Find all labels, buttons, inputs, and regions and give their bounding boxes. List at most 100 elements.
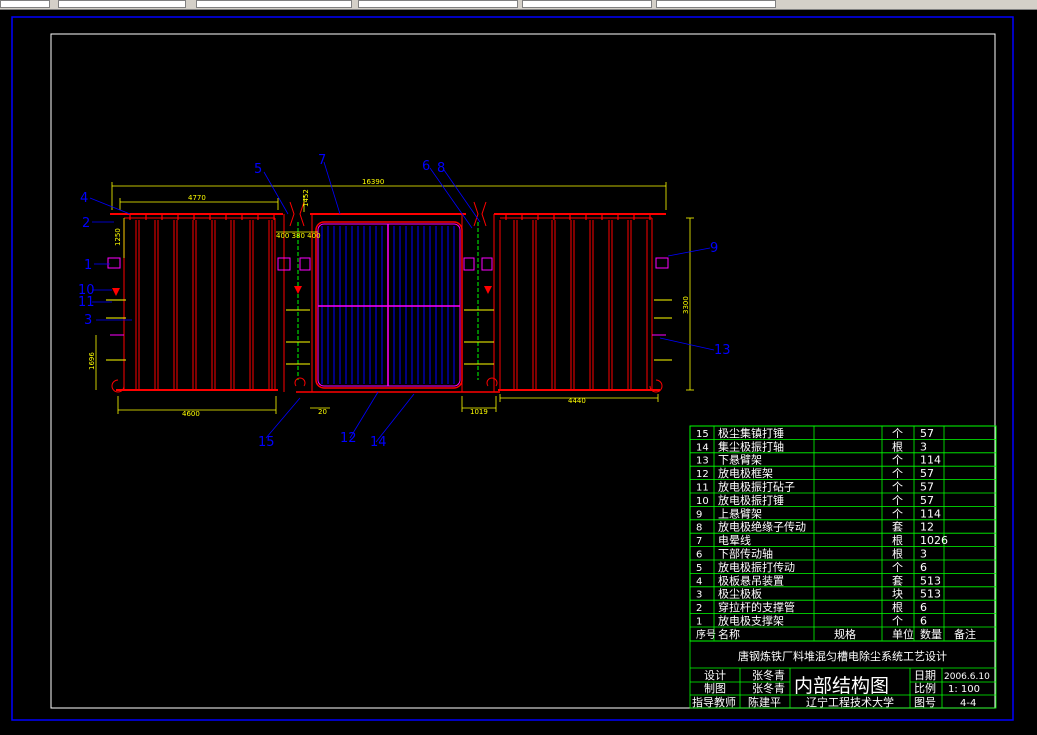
- bom-cell-name: 放电极振打锤: [718, 493, 784, 507]
- bom-cell-name: 放电极框架: [718, 466, 773, 480]
- bom-header-spec: 规格: [834, 627, 856, 641]
- callout-2a: 2: [82, 216, 90, 231]
- bom-cell-name: 放电极支撑架: [718, 614, 784, 628]
- bom-header-unit: 单位: [892, 627, 914, 641]
- bom-cell-qty: 6: [920, 601, 927, 614]
- bom-cell-no: 8: [696, 523, 702, 534]
- drawing-canvas[interactable]: 16390 4770 1452 400 380 400 1250 3300 16…: [0, 10, 1037, 735]
- callout-14: 14: [370, 435, 387, 450]
- middle-left-column: [277, 201, 313, 392]
- bom-cell-name: 上悬臂架: [718, 507, 762, 520]
- bom-cell-qty: 513: [920, 574, 941, 587]
- bom-cell-unit: 套: [892, 574, 903, 587]
- bom-cell-qty: 12: [920, 521, 934, 534]
- callout-15: 15: [258, 435, 275, 450]
- toolbar-field[interactable]: [196, 0, 352, 8]
- dim-bottom-gap: 20: [318, 408, 327, 416]
- bom-cell-unit: 套: [892, 521, 903, 534]
- bom-cell-no: 13: [696, 456, 709, 467]
- scale-value: 1: 100: [948, 684, 980, 695]
- bom-header-note: 备注: [954, 627, 976, 641]
- callout-6: 6: [422, 159, 430, 174]
- toolbar-field[interactable]: [58, 0, 186, 8]
- bom-cell-unit: 个: [892, 507, 903, 520]
- callout-1: 1: [84, 258, 92, 273]
- bom-cell-qty: 513: [920, 588, 941, 601]
- bom-cell-no: 9: [696, 509, 702, 520]
- bom-header-qty: 数量: [920, 628, 942, 641]
- bom-cell-unit: 根: [892, 547, 903, 561]
- callout-3: 3: [84, 313, 92, 328]
- bom-cell-qty: 114: [920, 454, 941, 467]
- dimension-lines: [95, 182, 694, 414]
- bom-cell-no: 6: [696, 550, 702, 561]
- draw-label: 制图: [704, 682, 726, 695]
- bom-cell-qty: 1026: [920, 534, 948, 547]
- bom-cell-unit: 个: [892, 481, 903, 494]
- draw-name: 张冬青: [752, 681, 785, 695]
- dim-right-top: 1452: [302, 189, 310, 207]
- callout-4: 4: [80, 191, 88, 206]
- bom-cell-qty: 57: [920, 494, 934, 507]
- callout-5: 5: [254, 162, 262, 177]
- bom-cell-qty: 6: [920, 561, 927, 574]
- bom-cell-qty: 57: [920, 427, 934, 440]
- left-collector-bank: [106, 213, 283, 393]
- bom-cell-unit: 个: [892, 427, 903, 440]
- advisor-label: 指导教师: [692, 695, 736, 709]
- callout-8: 8: [437, 161, 445, 176]
- bom-cell-unit: 根: [892, 439, 903, 453]
- bom-cell-qty: 3: [920, 440, 927, 453]
- toolbar-strip: [0, 0, 1037, 10]
- callout-9: 9: [710, 241, 718, 256]
- date-label: 日期: [914, 669, 936, 682]
- bom-cell-qty: 57: [920, 481, 934, 494]
- bom-cell-unit: 块: [892, 588, 903, 601]
- toolbar-field[interactable]: [358, 0, 518, 8]
- toolbar-field[interactable]: [656, 0, 776, 8]
- date-value: 2006.6.10: [944, 672, 990, 682]
- bom-cell-name: 放电极绝缘子传动: [718, 520, 806, 534]
- bom-cell-no: 11: [696, 483, 709, 494]
- project-title: 唐钢炼铁厂料堆混匀槽电除尘系统工艺设计: [738, 649, 947, 663]
- bom-cell-qty: 114: [920, 507, 941, 520]
- bom-cell-name: 集尘极振打轴: [718, 439, 784, 453]
- bom-table: 15 极尘集镇打锤个 5714 集尘极振打轴根 313 下悬臂架个 11412 放电极框架个 5…: [689, 425, 997, 642]
- dim-bottom-mid: 1019: [470, 408, 488, 416]
- bom-cell-unit: 个: [892, 454, 903, 467]
- bom-header-no: 序号: [696, 628, 716, 641]
- dim-bottom-right: 4440: [568, 397, 586, 405]
- callout-11: 11: [78, 295, 95, 310]
- bom-cell-no: 10: [696, 496, 709, 507]
- bom-cell-no: 5: [696, 563, 702, 574]
- scale-label: 比例: [914, 681, 936, 695]
- callout-7: 7: [318, 153, 326, 168]
- sheet-value: 4-4: [960, 698, 976, 709]
- school-name: 辽宁工程技术大学: [806, 695, 894, 709]
- viewport-frame: [11, 16, 1014, 721]
- middle-right-column: [461, 201, 498, 392]
- bom-header-name: 名称: [718, 627, 740, 641]
- dim-bottom-left: 4600: [182, 410, 200, 418]
- bom-cell-unit: 个: [892, 615, 903, 628]
- callout-13: 13: [714, 343, 731, 358]
- design-name: 张冬青: [752, 668, 785, 682]
- drawing-title: 内部结构图: [794, 675, 889, 697]
- bom-cell-qty: 57: [920, 467, 934, 480]
- bom-cell-name: 极尘极板: [718, 587, 762, 601]
- dim-left-height: 1250: [114, 228, 122, 246]
- bom-cell-no: 12: [696, 469, 709, 480]
- right-collector-bank: [494, 213, 672, 393]
- bom-cell-name: 极板悬吊装置: [718, 573, 784, 587]
- bom-cell-name: 放电极振打传动: [718, 560, 795, 574]
- dim-right-height: 3300: [682, 296, 690, 314]
- dim-left-width: 4770: [188, 194, 206, 202]
- callout-12: 12: [340, 431, 357, 446]
- callout-leaders: [89, 161, 715, 443]
- toolbar-field[interactable]: [0, 0, 50, 8]
- bom-cell-unit: 根: [892, 600, 903, 614]
- bom-cell-name: 下悬臂架: [718, 454, 762, 467]
- dim-overall: 16390: [362, 178, 384, 186]
- bom-cell-name: 穿拉杆的支撑管: [718, 600, 795, 614]
- toolbar-field[interactable]: [522, 0, 652, 8]
